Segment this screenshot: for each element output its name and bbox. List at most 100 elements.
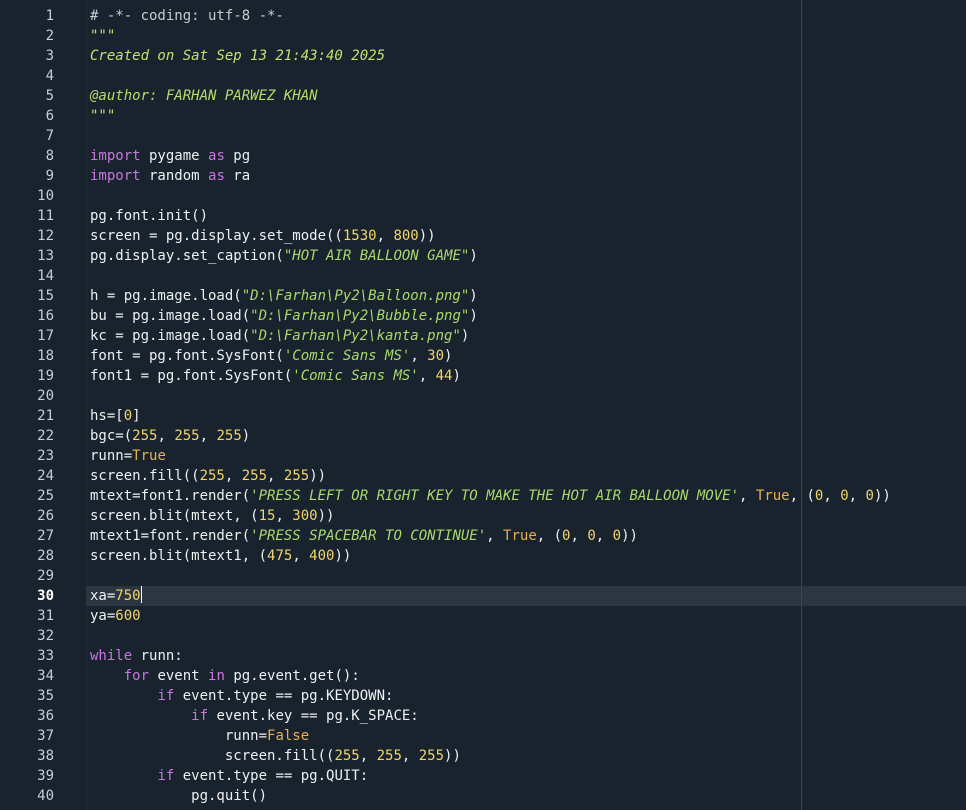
code-token: , xyxy=(486,528,504,544)
line-number: 37 xyxy=(37,728,54,744)
line-number: 30 xyxy=(37,588,54,604)
code-token: ya= xyxy=(90,608,116,624)
code-line[interactable]: Created on Sat Sep 13 21:43:40 2025 xyxy=(90,46,966,66)
code-editor[interactable]: 1 2 3 4 5 6 7 8 9 10 11 12 13 14 15 16 17 18 19 20 21 22 23 24 2… xyxy=(0,0,966,810)
code-line[interactable] xyxy=(90,186,966,206)
line-number: 6 xyxy=(45,108,54,124)
code-token: screen = pg.display.set_mode(( xyxy=(90,228,343,244)
code-token: 0 xyxy=(587,528,596,544)
code-token: , xyxy=(157,428,175,444)
line-number-gutter: 1 2 3 4 5 6 7 8 9 10 11 12 13 14 15 16 17 18 19 20 21 22 23 24 2… xyxy=(0,0,87,810)
code-line[interactable]: xa=750 xyxy=(90,586,966,606)
code-line[interactable]: pg.quit() xyxy=(90,786,966,806)
code-line[interactable]: for event in pg.event.get(): xyxy=(90,666,966,686)
line-number: 25 xyxy=(37,488,54,504)
code-line[interactable]: runn=False xyxy=(90,726,966,746)
code-line[interactable]: bgc=(255, 255, 255) xyxy=(90,426,966,446)
line-number: 35 xyxy=(37,688,54,704)
code-token: , xyxy=(292,548,310,564)
code-token: , ( xyxy=(789,488,815,504)
line-number: 15 xyxy=(37,288,54,304)
code-line[interactable]: hs=[0] xyxy=(90,406,966,426)
code-line[interactable] xyxy=(90,266,966,286)
line-number: 17 xyxy=(37,328,54,344)
code-token: if xyxy=(157,688,175,704)
code-line[interactable]: mtext1=font.render('PRESS SPACEBAR TO CO… xyxy=(90,526,966,546)
code-token: event.type == pg.QUIT: xyxy=(174,768,369,784)
code-line[interactable]: import pygame as pg xyxy=(90,146,966,166)
line-number: 5 xyxy=(45,88,54,104)
code-token: 'PRESS LEFT OR RIGHT KEY TO MAKE THE HOT… xyxy=(250,488,740,504)
code-line[interactable] xyxy=(90,66,966,86)
code-line[interactable]: pg.display.set_caption("HOT AIR BALLOON … xyxy=(90,246,966,266)
code-token: while xyxy=(90,648,133,664)
code-token: ) xyxy=(452,368,461,384)
code-line[interactable]: while runn: xyxy=(90,646,966,666)
code-token: )) xyxy=(873,488,891,504)
edge-line-marker xyxy=(801,0,802,810)
line-number: 9 xyxy=(45,168,54,184)
code-line[interactable]: """ xyxy=(90,106,966,126)
code-token: 'Comic Sans MS' xyxy=(283,348,411,364)
code-line[interactable]: screen.blit(mtext, (15, 300)) xyxy=(90,506,966,526)
code-line[interactable] xyxy=(90,566,966,586)
code-token: ) xyxy=(469,308,478,324)
code-line[interactable]: h = pg.image.load("D:\Farhan\Py2\Balloon… xyxy=(90,286,966,306)
code-token: , xyxy=(418,368,436,384)
code-line[interactable]: runn=True xyxy=(90,446,966,466)
code-line[interactable]: ya=600 xyxy=(90,606,966,626)
line-number: 34 xyxy=(37,668,54,684)
code-line[interactable]: font1 = pg.font.SysFont('Comic Sans MS',… xyxy=(90,366,966,386)
code-line[interactable]: mtext=font1.render('PRESS LEFT OR RIGHT … xyxy=(90,486,966,506)
line-number: 7 xyxy=(45,128,54,144)
code-token: 255 xyxy=(216,428,242,444)
code-token: ) xyxy=(469,248,478,264)
code-token: 800 xyxy=(393,228,419,244)
code-line[interactable]: if event.type == pg.KEYDOWN: xyxy=(90,686,966,706)
code-line[interactable]: import random as ra xyxy=(90,166,966,186)
code-line[interactable]: font = pg.font.SysFont('Comic Sans MS', … xyxy=(90,346,966,366)
code-token: 255 xyxy=(199,468,225,484)
code-line[interactable]: screen.blit(mtext1, (475, 400)) xyxy=(90,546,966,566)
code-token: # -*- coding: utf-8 -*- xyxy=(90,8,284,24)
code-line[interactable]: screen.fill((255, 255, 255)) xyxy=(90,746,966,766)
code-token: as xyxy=(208,168,225,184)
code-line[interactable]: screen = pg.display.set_mode((1530, 800)… xyxy=(90,226,966,246)
code-line[interactable]: """ xyxy=(90,26,966,46)
code-token: 0 xyxy=(123,408,133,424)
code-line[interactable]: screen.fill((255, 255, 255)) xyxy=(90,466,966,486)
code-line[interactable]: # -*- coding: utf-8 -*- xyxy=(90,6,966,26)
code-line[interactable] xyxy=(90,126,966,146)
line-number: 27 xyxy=(37,528,54,544)
line-number: 21 xyxy=(37,408,54,424)
code-token: True xyxy=(503,528,537,544)
code-token: font = pg.font.SysFont( xyxy=(90,348,284,364)
code-line[interactable]: pg.font.init() xyxy=(90,206,966,226)
code-token: 300 xyxy=(292,508,318,524)
code-token: , xyxy=(570,528,588,544)
code-token: "D:\Farhan\Py2\Balloon.png" xyxy=(241,288,470,304)
code-line[interactable]: kc = pg.image.load("D:\Farhan\Py2\kanta.… xyxy=(90,326,966,346)
line-number: 26 xyxy=(37,508,54,524)
line-number: 13 xyxy=(37,248,54,264)
code-line[interactable] xyxy=(90,386,966,406)
code-token: 600 xyxy=(115,608,141,624)
code-token: event.type == pg.KEYDOWN: xyxy=(174,688,394,704)
code-line[interactable] xyxy=(90,626,966,646)
code-token: for xyxy=(123,668,150,684)
code-token: bgc=( xyxy=(90,428,133,444)
code-area[interactable]: # -*- coding: utf-8 -*- """ Created on Sat… xyxy=(90,0,966,810)
code-token: random xyxy=(140,168,209,184)
code-line[interactable]: if event.key == pg.K_SPACE: xyxy=(90,706,966,726)
code-line[interactable]: bu = pg.image.load("D:\Farhan\Py2\Bubble… xyxy=(90,306,966,326)
code-line[interactable]: @author: FARHAN PARWEZ KHAN xyxy=(90,86,966,106)
code-line[interactable]: if event.type == pg.QUIT: xyxy=(90,766,966,786)
line-number: 40 xyxy=(37,788,54,804)
code-token: True xyxy=(755,488,790,504)
code-token: ) xyxy=(444,348,453,364)
line-number: 16 xyxy=(37,308,54,324)
code-token: 255 xyxy=(132,428,158,444)
code-token: pygame xyxy=(140,148,209,164)
